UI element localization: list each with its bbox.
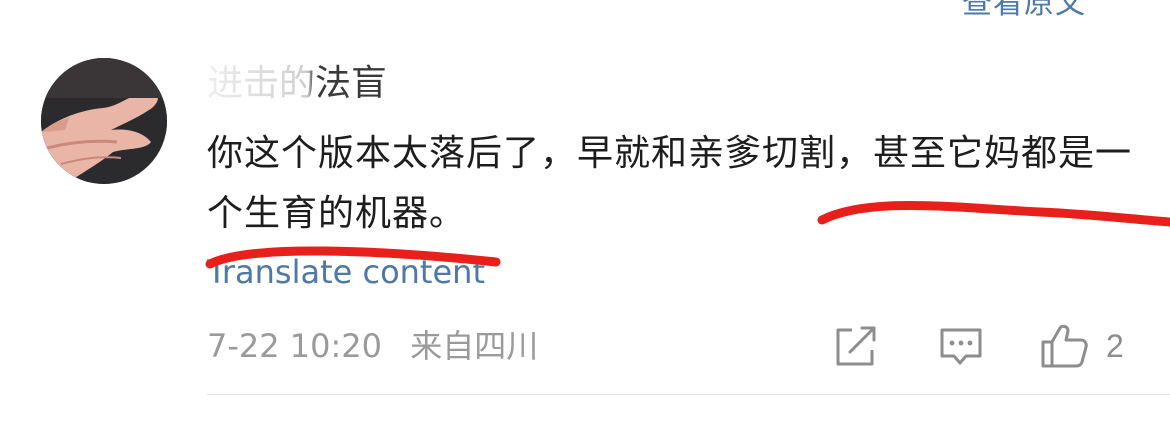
thumbs-up-icon: [1041, 324, 1088, 368]
like-count: 2: [1106, 327, 1124, 364]
comment-date: 7-22 10:20: [207, 327, 383, 365]
comment-location: 来自四川: [410, 327, 539, 365]
avatar[interactable]: [41, 58, 167, 184]
top-link-fragment[interactable]: 查看原文: [962, 0, 1086, 22]
username-blur-mask: [203, 58, 311, 110]
comment-screenshot: 查看原文 进击的法盲 你这个版本太落后了，早就和亲爹切割，甚至它妈都是一个生育的…: [0, 0, 1170, 421]
comment-button[interactable]: [938, 322, 984, 370]
like-button[interactable]: 2: [1040, 322, 1124, 370]
divider: [207, 394, 1170, 395]
share-icon: [836, 326, 876, 366]
comment-meta: 7-22 10:20 来自四川: [207, 324, 556, 368]
comment-icon: [940, 328, 982, 365]
share-button[interactable]: [832, 322, 880, 370]
comment-text: 你这个版本太落后了，早就和亲爹切割，甚至它妈都是一个生育的机器。: [207, 133, 1133, 234]
translate-link[interactable]: Translate content: [207, 250, 485, 294]
avatar-photo: [41, 58, 167, 184]
